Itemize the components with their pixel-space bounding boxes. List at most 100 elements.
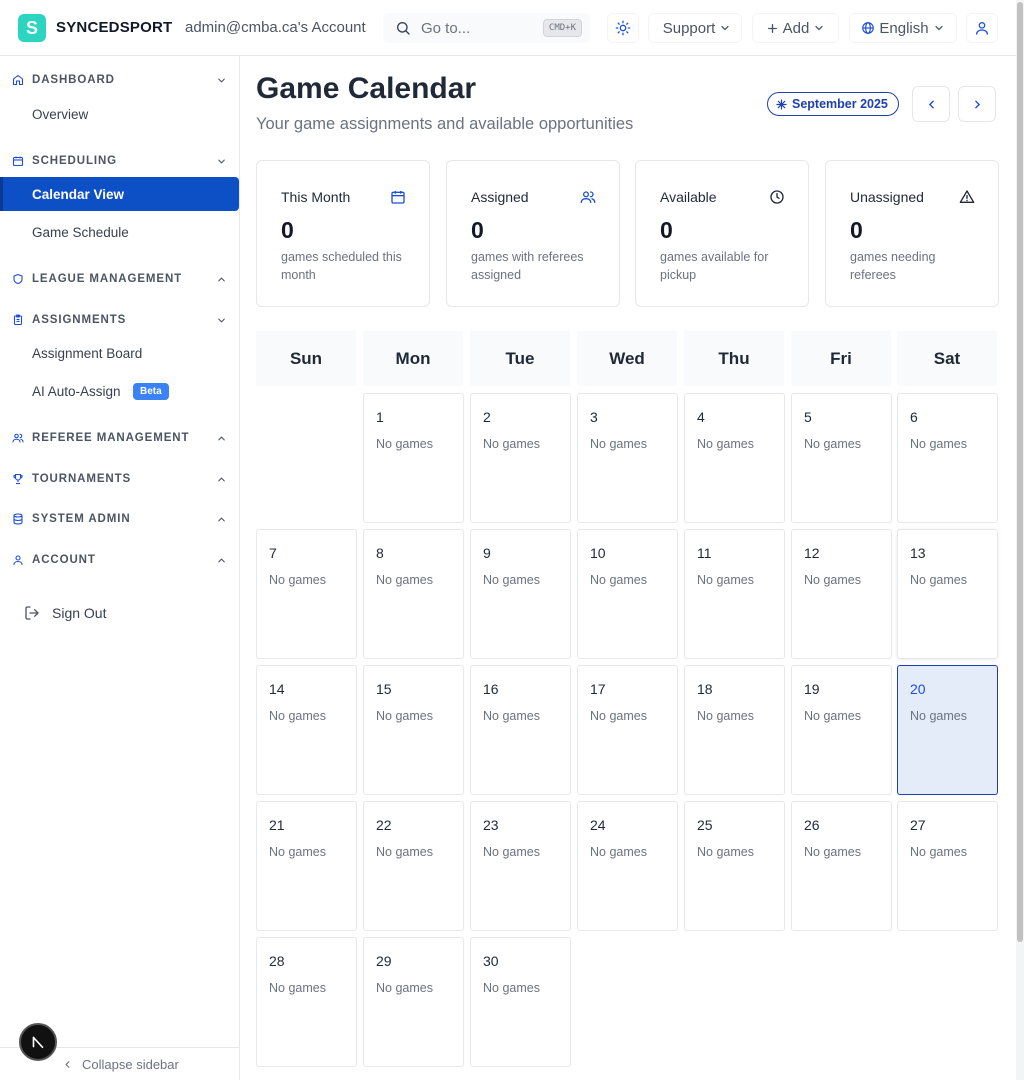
calendar-day-cell[interactable]: 16 No games (470, 665, 571, 795)
day-status-text: No games (910, 437, 967, 451)
sidebar-section-dashboard[interactable]: DASHBOARD (0, 68, 240, 92)
calendar-day-cell[interactable]: 25 No games (684, 801, 785, 931)
day-status-text: No games (376, 709, 433, 723)
day-number: 24 (590, 817, 606, 833)
next-month-button[interactable] (958, 86, 996, 122)
logo[interactable]: S (18, 14, 46, 42)
calendar-day-cell[interactable]: 8 No games (363, 529, 464, 659)
calendar-day-cell[interactable]: 7 No games (256, 529, 357, 659)
calendar-day-cell[interactable]: 30 No games (470, 937, 571, 1067)
day-number: 4 (697, 409, 705, 425)
search-box[interactable]: Go to... CMD+K (383, 13, 590, 43)
sidebar-item-assignment-board[interactable]: Assignment Board (0, 336, 239, 370)
language-selector[interactable]: English (849, 13, 957, 43)
database-icon (12, 513, 24, 525)
search-input[interactable]: Go to... (421, 20, 543, 37)
weekday-header-mon: Mon (363, 331, 463, 386)
calendar-day-cell[interactable]: 3 No games (577, 393, 678, 523)
calendar-day-cell[interactable]: 6 No games (897, 393, 998, 523)
chevron-right-icon (971, 98, 984, 111)
page-scrollbar[interactable] (1016, 0, 1024, 1080)
day-status-text: No games (804, 845, 861, 859)
sidebar-item-ai-auto-assign[interactable]: AI Auto-Assign Beta (0, 374, 239, 408)
chevron-up-icon (216, 474, 227, 485)
sidebar-item-label: Calendar View (32, 186, 125, 202)
sidebar: DASHBOARD Overview SCHEDULING Calendar V… (0, 56, 240, 1080)
theme-toggle-button[interactable] (607, 13, 639, 43)
sidebar-section-assignments[interactable]: ASSIGNMENTS (0, 308, 240, 332)
sidebar-section-system-admin[interactable]: SYSTEM ADMIN (0, 507, 240, 531)
sidebar-section-label: ASSIGNMENTS (32, 314, 127, 326)
sign-out-button[interactable]: Sign Out (24, 601, 106, 625)
support-button[interactable]: Support (648, 13, 742, 43)
weekday-header-sat: Sat (897, 331, 997, 386)
logo-letter: S (25, 17, 38, 38)
add-button[interactable]: Add (752, 13, 839, 43)
day-number: 21 (269, 817, 285, 833)
day-status-text: No games (483, 709, 540, 723)
sidebar-section-league-management[interactable]: LEAGUE MANAGEMENT (0, 267, 240, 291)
chevron-left-icon (925, 98, 938, 111)
collapse-sidebar-label: Collapse sidebar (82, 1056, 179, 1072)
calendar-day-cell[interactable]: 29 No games (363, 937, 464, 1067)
calendar-day-cell[interactable]: 19 No games (791, 665, 892, 795)
sidebar-item-calendar-view[interactable]: Calendar View (0, 177, 239, 211)
calendar-day-cell[interactable]: 24 No games (577, 801, 678, 931)
calendar-day-cell[interactable]: 20 No games (897, 665, 998, 795)
calendar-day-cell[interactable]: 1 No games (363, 393, 464, 523)
clock-icon (769, 189, 785, 205)
stat-value: 0 (660, 217, 673, 243)
account-switcher[interactable]: admin@cmba.ca's Account (185, 19, 366, 36)
calendar-day-cell[interactable]: 26 No games (791, 801, 892, 931)
sidebar-section-account[interactable]: ACCOUNT (0, 548, 240, 572)
sidebar-section-scheduling[interactable]: SCHEDULING (0, 149, 240, 173)
calendar-day-cell[interactable]: 15 No games (363, 665, 464, 795)
calendar-day-cell[interactable]: 10 No games (577, 529, 678, 659)
chevron-left-icon (62, 1059, 73, 1070)
day-status-text: No games (483, 845, 540, 859)
next-logo-icon (29, 1033, 47, 1051)
day-number: 29 (376, 953, 392, 969)
calendar-day-cell[interactable]: 14 No games (256, 665, 357, 795)
day-status-text: No games (269, 573, 326, 587)
calendar-day-cell[interactable]: 2 No games (470, 393, 571, 523)
stat-description: games needing referees (850, 250, 936, 282)
calendar-day-cell[interactable]: 28 No games (256, 937, 357, 1067)
chevron-up-icon (216, 274, 227, 285)
sidebar-item-overview[interactable]: Overview (0, 97, 239, 131)
calendar-day-cell[interactable]: 23 No games (470, 801, 571, 931)
day-status-text: No games (804, 709, 861, 723)
sidebar-item-game-schedule[interactable]: Game Schedule (0, 215, 239, 249)
chevron-down-icon (216, 315, 227, 326)
sidebar-section-label: LEAGUE MANAGEMENT (32, 273, 183, 285)
calendar-day-cell[interactable]: 22 No games (363, 801, 464, 931)
day-number: 11 (697, 545, 712, 561)
sidebar-section-referee-management[interactable]: REFEREE MANAGEMENT (0, 426, 240, 450)
calendar-day-cell[interactable]: 5 No games (791, 393, 892, 523)
calendar-day-cell[interactable]: 13 No games (897, 529, 998, 659)
sidebar-item-label: Game Schedule (32, 224, 129, 240)
top-bar: S SYNCEDSPORT admin@cmba.ca's Account Go… (0, 0, 1016, 56)
day-status-text: No games (804, 573, 861, 587)
calendar-day-cell[interactable]: 17 No games (577, 665, 678, 795)
calendar-day-cell[interactable]: 11 No games (684, 529, 785, 659)
calendar-day-cell[interactable]: 21 No games (256, 801, 357, 931)
page-title: Game Calendar (256, 72, 477, 105)
calendar-day-cell[interactable]: 12 No games (791, 529, 892, 659)
sidebar-section-tournaments[interactable]: TOURNAMENTS (0, 467, 240, 491)
calendar-day-cell[interactable]: 27 No games (897, 801, 998, 931)
calendar-day-cell[interactable]: 9 No games (470, 529, 571, 659)
day-status-text: No games (269, 981, 326, 995)
user-menu-button[interactable] (966, 13, 998, 43)
day-status-text: No games (590, 845, 647, 859)
stat-description: games with referees assigned (471, 250, 584, 282)
weekday-header-thu: Thu (684, 331, 784, 386)
previous-month-button[interactable] (912, 86, 950, 122)
scrollbar-thumb[interactable] (1017, 2, 1023, 942)
dev-tools-button[interactable] (19, 1023, 57, 1061)
brand-name[interactable]: SYNCEDSPORT (56, 19, 172, 36)
calendar-day-cell[interactable]: 18 No games (684, 665, 785, 795)
calendar-day-cell[interactable]: 4 No games (684, 393, 785, 523)
log-out-icon (24, 605, 40, 621)
day-number: 20 (910, 681, 926, 697)
